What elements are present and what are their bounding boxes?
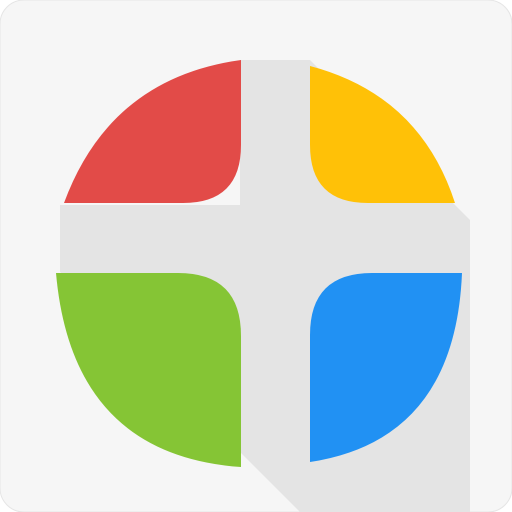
- app-icon-graphic: [0, 0, 512, 512]
- app-icon: [0, 0, 512, 512]
